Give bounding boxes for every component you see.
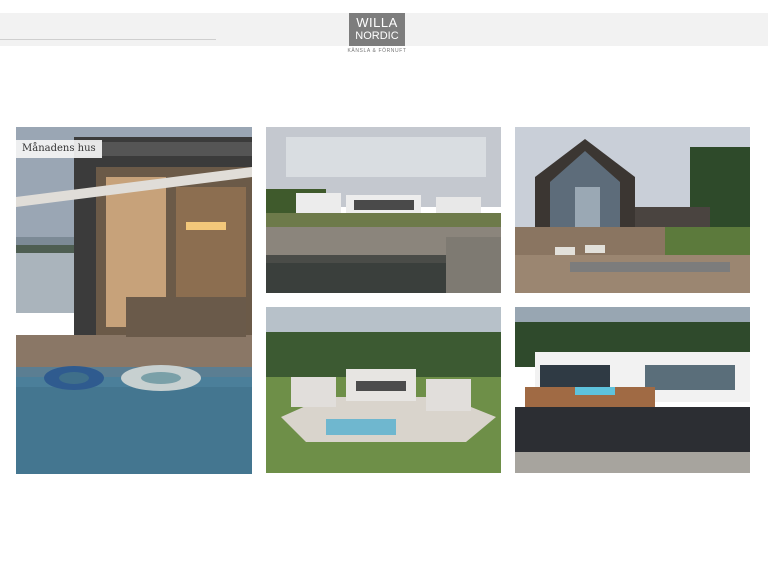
aerial-pool-image xyxy=(266,307,501,473)
logo-line2: NORDIC xyxy=(355,30,399,42)
willa-nordic-logo[interactable]: WILLA NORDIC xyxy=(349,13,405,46)
house-photo-gabled[interactable] xyxy=(515,127,750,293)
featured-house-image xyxy=(16,127,252,474)
header-divider xyxy=(0,39,216,40)
featured-house-photo[interactable]: Månadens hus xyxy=(16,127,252,474)
logo-line1: WILLA xyxy=(356,15,398,30)
gabled-house-image xyxy=(515,127,750,293)
modern-deck-image xyxy=(515,307,750,473)
waterfront-house-image xyxy=(266,127,501,293)
house-photo-waterfront[interactable] xyxy=(266,127,501,293)
logo-tagline: KÄNSLA & FÖRNUFT xyxy=(347,48,407,54)
featured-label: Månadens hus xyxy=(16,140,102,158)
house-photo-aerial-pool[interactable] xyxy=(266,307,501,473)
house-photo-modern-deck[interactable] xyxy=(515,307,750,473)
